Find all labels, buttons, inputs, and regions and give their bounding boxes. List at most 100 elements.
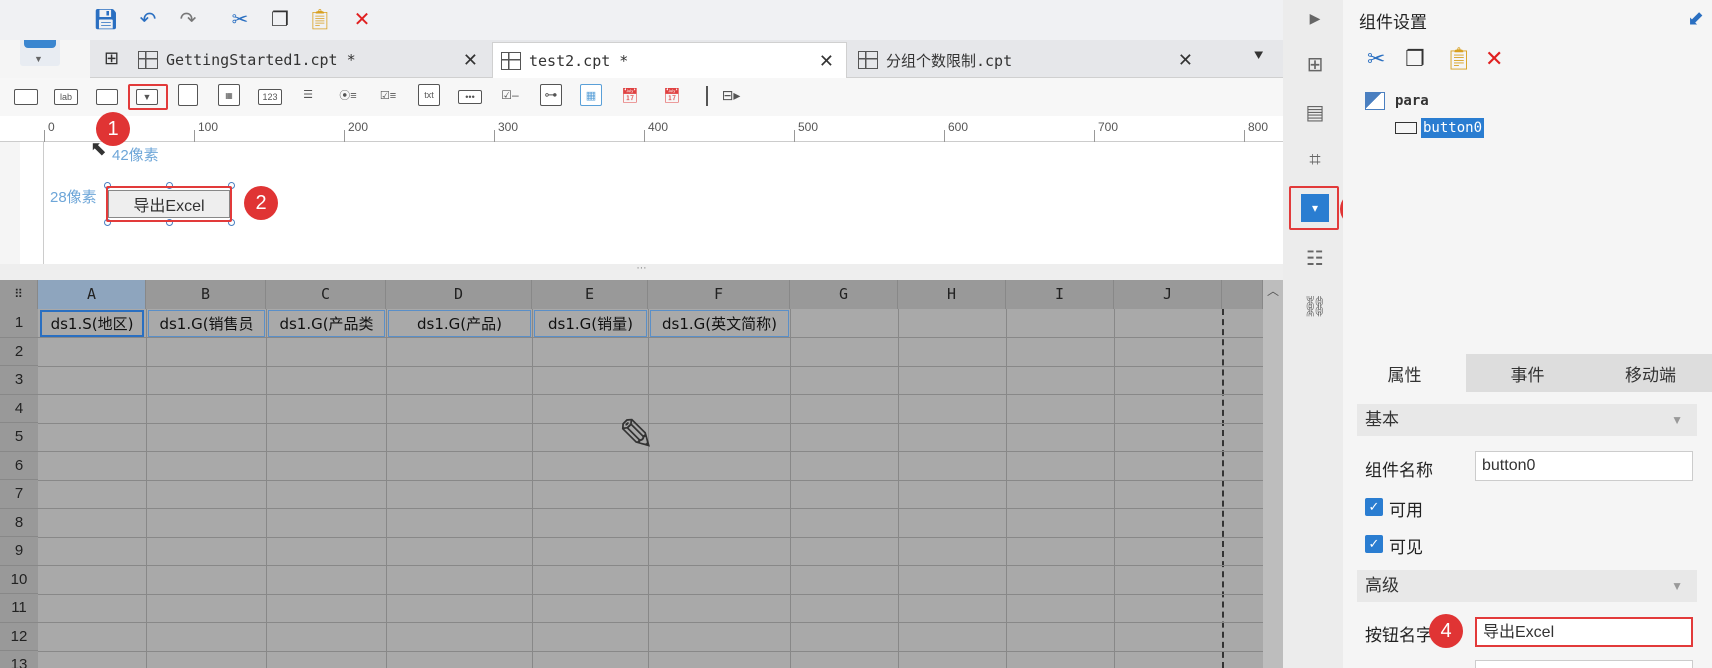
tab-properties[interactable]: 属性 <box>1343 354 1466 392</box>
crop-icon[interactable]: ⌗ <box>1301 146 1329 174</box>
copy-icon[interactable]: ❐ <box>266 5 294 33</box>
column-header[interactable]: B <box>146 280 266 309</box>
column-header[interactable]: G <box>790 280 898 309</box>
pin-icon[interactable]: ⬋ <box>1687 6 1704 31</box>
tab-label: 分组个数限制.cpt <box>886 51 1013 70</box>
table-cell[interactable]: ds1.G(销量) <box>534 310 647 337</box>
column-header[interactable]: A <box>38 280 146 309</box>
close-icon[interactable]: ✕ <box>819 51 834 72</box>
paste-icon[interactable]: 📋︎ <box>306 5 334 33</box>
tab-test2[interactable]: test2.cpt * ✕ <box>492 42 847 78</box>
checkbox-widget-icon[interactable]: ☑– <box>498 84 522 106</box>
text-area-icon[interactable]: txt <box>418 84 440 106</box>
date-widget-icon[interactable] <box>178 84 198 106</box>
highlight-box <box>1289 186 1339 230</box>
table-cell[interactable]: ds1.G(产品类 <box>268 310 385 337</box>
tree-label: para <box>1395 93 1429 109</box>
table-cell[interactable]: ds1.S(地区) <box>40 310 144 337</box>
collapse-arrow-icon[interactable]: ▶ <box>1301 4 1329 32</box>
close-icon[interactable]: ✕ <box>1178 50 1193 71</box>
column-header[interactable]: E <box>532 280 648 309</box>
list-widget-icon[interactable]: ☰ <box>298 84 318 104</box>
component-name-input[interactable]: button0 <box>1475 451 1693 481</box>
button-widget-icon[interactable] <box>96 89 118 105</box>
tab-events[interactable]: 事件 <box>1466 354 1589 392</box>
section-basic[interactable]: 基本 ▼ <box>1357 404 1697 436</box>
report-file-icon <box>138 51 158 69</box>
lab-widget-icon[interactable]: lab <box>54 89 78 105</box>
row-header[interactable]: 11 <box>0 594 38 623</box>
row-header[interactable]: 3 <box>0 366 38 395</box>
cut-icon[interactable]: ✂ <box>226 5 254 33</box>
page-break-line <box>1222 309 1224 668</box>
splitter-handle[interactable]: ⋯ <box>0 264 1283 280</box>
radio-group-icon[interactable]: ⦿≡ <box>336 84 360 106</box>
column-header[interactable]: I <box>1006 280 1114 309</box>
tab-gettingstarted[interactable]: GettingStarted1.cpt * ✕ <box>130 42 490 78</box>
spreadsheet[interactable]: ⠿ A B C D E F G H I J 1 2 3 4 5 6 7 8 9 … <box>0 280 1283 668</box>
redo-icon[interactable]: ↷ <box>174 5 202 33</box>
select-all-icon[interactable]: ⠿ <box>0 280 38 309</box>
table-cell[interactable]: ds1.G(销售员 <box>148 310 265 337</box>
visible-checkbox[interactable]: ✓ <box>1365 535 1383 553</box>
grid-icon[interactable]: ⊞ <box>104 48 119 69</box>
chevron-up-icon[interactable]: ︿ <box>1267 282 1279 299</box>
row-header[interactable]: 5 <box>0 423 38 452</box>
link-icon[interactable]: ⛓ <box>1301 292 1329 320</box>
table-tree-icon[interactable]: ▦ <box>580 84 602 106</box>
column-header[interactable]: F <box>648 280 790 309</box>
column-header[interactable]: J <box>1114 280 1222 309</box>
row-header[interactable]: 13 <box>0 651 38 668</box>
width-hint: 42像素 <box>112 147 159 164</box>
tree-node-para[interactable]: para <box>1365 92 1429 110</box>
table-cell[interactable]: ds1.G(英文简称) <box>650 310 789 337</box>
chevron-down-icon: ▼ <box>1671 413 1683 427</box>
row-header[interactable]: 6 <box>0 451 38 480</box>
tree-node-button0[interactable]: button0 <box>1395 118 1485 138</box>
delete-icon[interactable]: ✕ <box>1485 46 1503 72</box>
delete-icon[interactable]: ✕ <box>348 5 376 33</box>
row-header[interactable]: 12 <box>0 622 38 651</box>
cell-attribute-icon[interactable]: ▤ <box>1301 98 1329 126</box>
column-header[interactable]: C <box>266 280 386 309</box>
table-cell[interactable]: ds1.G(产品) <box>388 310 531 337</box>
row-header[interactable]: 1 <box>0 309 38 338</box>
copy-icon[interactable]: ❐ <box>1405 46 1425 72</box>
enabled-label: 可用 <box>1389 501 1423 520</box>
row-header[interactable]: 4 <box>0 394 38 423</box>
tab-mobile[interactable]: 移动端 <box>1589 354 1712 392</box>
row-header[interactable]: 7 <box>0 480 38 509</box>
date-range-icon[interactable]: 📅︎ <box>660 84 684 106</box>
enabled-checkbox[interactable]: ✓ <box>1365 498 1383 516</box>
row-header[interactable]: 2 <box>0 337 38 366</box>
condition-icon[interactable]: ☷ <box>1301 244 1329 272</box>
column-header[interactable]: D <box>386 280 532 309</box>
column-header[interactable]: H <box>898 280 1006 309</box>
checkbox-group-icon[interactable]: ☑≡ <box>376 84 400 106</box>
next-field-input[interactable] <box>1475 660 1693 668</box>
number-widget-icon[interactable]: 123 <box>258 89 282 105</box>
vertical-scrollbar[interactable]: ︿ <box>1263 280 1283 668</box>
tree-widget-icon[interactable]: ⊶ <box>540 84 562 106</box>
password-widget-icon[interactable]: ••• <box>458 90 482 104</box>
date-time-icon[interactable]: 📅︎ <box>618 84 642 106</box>
save-icon[interactable]: 💾︎ <box>92 5 120 33</box>
close-icon[interactable]: ✕ <box>463 50 478 71</box>
button-name-input[interactable]: 导出Excel <box>1475 617 1693 647</box>
layout-icon[interactable]: ⊞ <box>1301 50 1329 78</box>
cut-icon[interactable]: ✂ <box>1367 46 1385 72</box>
row-header[interactable]: 8 <box>0 508 38 537</box>
calendar-widget-icon[interactable]: ▦ <box>218 84 240 106</box>
more-widgets-icon[interactable]: ⊟▸ <box>718 84 744 106</box>
row-header[interactable]: 9 <box>0 537 38 566</box>
tree-label: button0 <box>1421 118 1485 138</box>
tab-group-limit[interactable]: 分组个数限制.cpt ✕ <box>850 42 1205 78</box>
section-advanced[interactable]: 高级 ▼ <box>1357 570 1697 602</box>
paste-icon[interactable]: 📋︎ <box>1445 46 1473 72</box>
tab-menu-icon[interactable]: ⯆ <box>1252 48 1265 66</box>
ruler-label: 500 <box>798 120 819 134</box>
undo-icon[interactable]: ↶ <box>134 5 162 33</box>
label-widget-icon[interactable] <box>14 89 38 105</box>
row-header[interactable]: 10 <box>0 565 38 594</box>
name-label: 组件名称 <box>1365 461 1433 480</box>
